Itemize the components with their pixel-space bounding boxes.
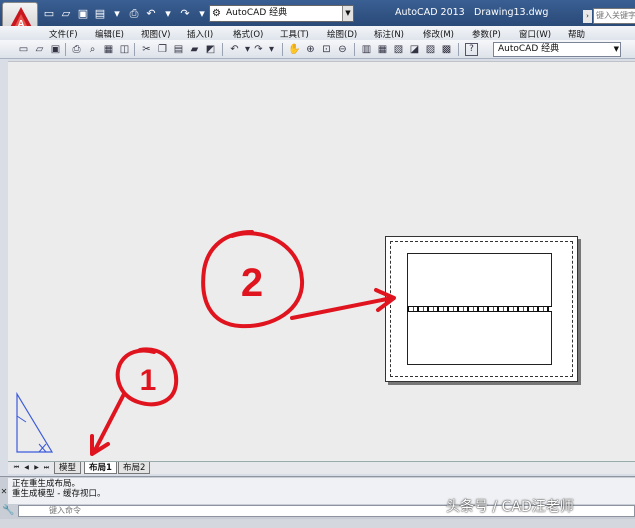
save-icon[interactable]: ▣	[76, 7, 90, 21]
undo-icon[interactable]: ↶	[144, 7, 158, 21]
save-icon[interactable]: ▣	[49, 43, 62, 56]
menu-help[interactable]: 帮助	[568, 28, 585, 40]
publish-icon[interactable]: ▦	[102, 43, 115, 56]
quick-access-toolbar: ▭ ▱ ▣ ▤ ▾ ⎙ ↶ ▾ ↷ ▾	[42, 5, 209, 23]
menu-file[interactable]: 文件(F)	[49, 28, 78, 40]
zoom-realtime-icon[interactable]: ⊕	[304, 43, 317, 56]
toolbar-separator	[354, 43, 355, 56]
app-name: AutoCAD 2013	[395, 7, 465, 18]
watermark: 头条号 / CAD汪老师	[446, 499, 574, 515]
tab-model[interactable]: 模型	[54, 462, 82, 474]
tab-layout1[interactable]: 布局1	[84, 462, 117, 474]
ucs-icon	[16, 392, 54, 453]
wrench-icon[interactable]: 🔧	[2, 505, 14, 516]
command-history-line: 正在重生成布局。	[12, 479, 81, 489]
status-bar	[0, 519, 635, 528]
layout-tabs-bar: ⏮ ◀ ▶ ⏭ 模型 布局1 布局2	[8, 461, 635, 474]
design-center-icon[interactable]: ▦	[376, 43, 389, 56]
workspace-combo[interactable]: AutoCAD 经典 ▼	[493, 42, 621, 57]
gear-icon: ⚙	[212, 8, 221, 19]
menu-draw[interactable]: 绘图(D)	[327, 28, 357, 40]
workspace-name: AutoCAD 经典	[226, 8, 288, 18]
toolbar-separator	[458, 43, 459, 56]
redo-icon[interactable]: ↷	[252, 43, 265, 56]
next-tab-icon[interactable]: ▶	[32, 463, 41, 473]
toolbar-separator	[65, 43, 66, 56]
last-tab-icon[interactable]: ⏭	[42, 463, 51, 473]
redo-icon[interactable]: ↷	[178, 7, 192, 21]
menu-modify[interactable]: 修改(M)	[423, 28, 454, 40]
quickcalc-icon[interactable]: ▩	[440, 43, 453, 56]
chevron-down-icon[interactable]: ▼	[342, 6, 353, 21]
paste-icon[interactable]: ▤	[172, 43, 185, 56]
sheet-set-icon[interactable]: ◪	[408, 43, 421, 56]
workspace-combo-value: AutoCAD 经典	[498, 44, 560, 54]
viewport-geometry	[407, 306, 552, 312]
tab-layout2[interactable]: 布局2	[118, 462, 151, 474]
close-icon[interactable]: ✕	[0, 487, 8, 499]
open-file-icon[interactable]: ▱	[59, 7, 73, 21]
menu-format[interactable]: 格式(O)	[233, 28, 263, 40]
plot-icon[interactable]: ⎙	[70, 43, 83, 56]
menu-tools[interactable]: 工具(T)	[280, 28, 309, 40]
new-file-icon[interactable]: ▭	[42, 7, 56, 21]
chevron-right-icon[interactable]: ›	[583, 10, 592, 23]
menu-insert[interactable]: 插入(I)	[187, 28, 213, 40]
redo-dropdown-icon[interactable]: ▾	[265, 43, 278, 56]
menu-parametric[interactable]: 参数(P)	[472, 28, 501, 40]
properties-icon[interactable]: ▥	[360, 43, 373, 56]
redo-dropdown-icon[interactable]: ▾	[195, 7, 209, 21]
toolbar-separator	[222, 43, 223, 56]
menu-edit[interactable]: 编辑(E)	[95, 28, 124, 40]
markup-icon[interactable]: ▨	[424, 43, 437, 56]
print-icon[interactable]: ⎙	[127, 7, 141, 21]
copy-icon[interactable]: ❐	[156, 43, 169, 56]
menu-window[interactable]: 窗口(W)	[519, 28, 551, 40]
workspace-switcher[interactable]: ⚙ AutoCAD 经典 ▼	[209, 5, 354, 22]
chevron-down-icon[interactable]: ▼	[614, 43, 619, 56]
help-icon[interactable]: ?	[465, 43, 478, 56]
tool-palettes-icon[interactable]: ▧	[392, 43, 405, 56]
block-editor-icon[interactable]: ◩	[204, 43, 217, 56]
menu-dimension[interactable]: 标注(N)	[374, 28, 404, 40]
save-as-icon[interactable]: ▤	[93, 7, 107, 21]
zoom-previous-icon[interactable]: ⊖	[336, 43, 349, 56]
3d-print-icon[interactable]: ◫	[118, 43, 131, 56]
search-input[interactable]: 键入关键字	[593, 8, 635, 24]
match-properties-icon[interactable]: ▰	[188, 43, 201, 56]
menu-view[interactable]: 视图(V)	[141, 28, 170, 40]
menu-bar: 文件(F) 编辑(E) 视图(V) 插入(I) 格式(O) 工具(T) 绘图(D…	[0, 26, 635, 40]
open-icon[interactable]: ▱	[33, 43, 46, 56]
toolbar-separator	[134, 43, 135, 56]
zoom-window-icon[interactable]: ⊡	[320, 43, 333, 56]
title-bar: ▭ ▱ ▣ ▤ ▾ ⎙ ↶ ▾ ↷ ▾ ⚙ AutoCAD 经典 ▼ AutoC…	[0, 0, 635, 26]
toolbar-separator	[282, 43, 283, 56]
first-tab-icon[interactable]: ⏮	[12, 463, 21, 473]
new-icon[interactable]: ▭	[17, 43, 30, 56]
plot-preview-icon[interactable]: ⌕	[86, 43, 99, 56]
prev-tab-icon[interactable]: ◀	[22, 463, 31, 473]
cut-icon[interactable]: ✂	[140, 43, 153, 56]
pan-icon[interactable]: ✋	[288, 43, 301, 56]
undo-icon[interactable]: ↶	[228, 43, 241, 56]
publish-icon[interactable]: ▾	[110, 7, 124, 21]
undo-dropdown-icon[interactable]: ▾	[161, 7, 175, 21]
document-name: Drawing13.dwg	[474, 7, 549, 18]
